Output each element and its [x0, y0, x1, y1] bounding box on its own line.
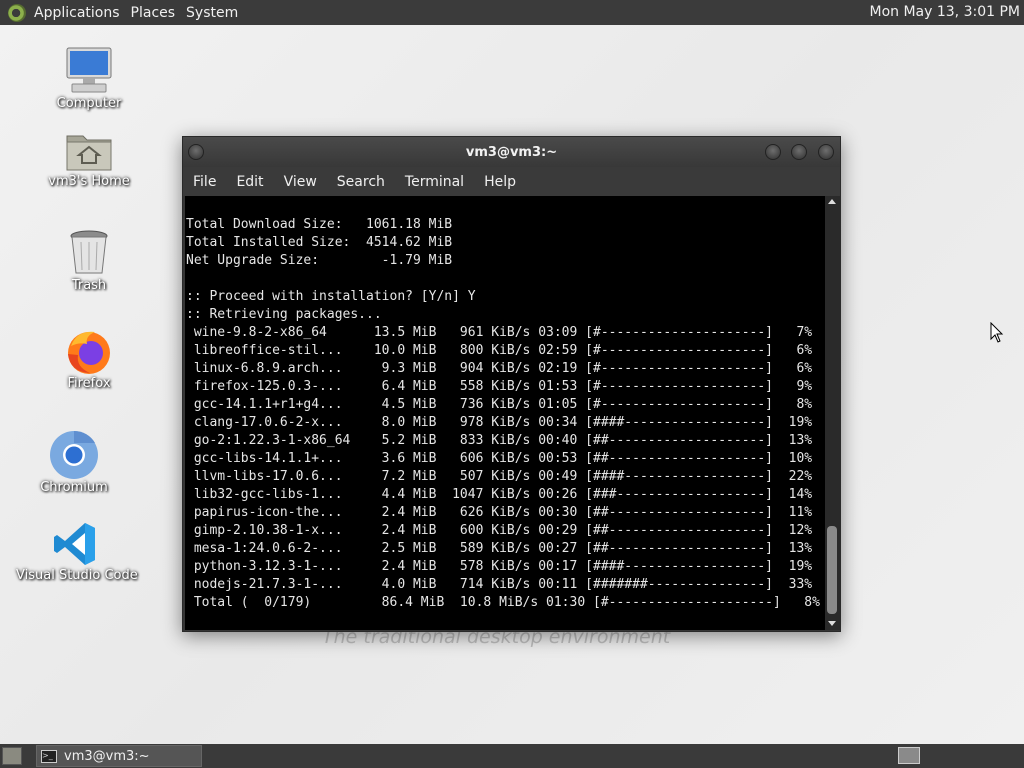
desktop-icon-chromium[interactable]: Chromium — [36, 430, 112, 495]
places-menu[interactable]: Places — [129, 5, 185, 21]
maximize-button[interactable] — [791, 144, 807, 160]
applications-menu[interactable]: Applications — [32, 5, 129, 21]
terminal-line: gcc-14.1.1+r1+g4... 4.5 MiB 736 KiB/s 01… — [186, 397, 813, 412]
menu-terminal[interactable]: Terminal — [395, 174, 474, 190]
desktop-icon-computer[interactable]: Computer — [52, 46, 126, 111]
desktop-icon-label: vm3's Home — [48, 174, 130, 189]
terminal-output[interactable]: Total Download Size: 1061.18 MiB Total In… — [185, 196, 825, 630]
terminal-line: :: Retrieving packages... — [186, 307, 382, 322]
scroll-up-icon[interactable] — [828, 199, 836, 204]
desktop-icon-label: Firefox — [67, 376, 111, 391]
terminal-line: papirus-icon-the... 2.4 MiB 626 KiB/s 00… — [186, 505, 813, 520]
trash-icon — [70, 230, 108, 274]
terminal-line: go-2:1.22.3-1-x86_64 5.2 MiB 833 KiB/s 0… — [186, 433, 813, 448]
firefox-icon — [68, 331, 110, 374]
desktop-icon-label: Chromium — [40, 480, 108, 495]
bottom-panel: >_ vm3@vm3:~ — [0, 744, 1024, 768]
terminal-line: lib32-gcc-libs-1... 4.4 MiB 1047 KiB/s 0… — [186, 487, 813, 502]
chromium-icon — [50, 430, 98, 479]
clock[interactable]: Mon May 13, 3:01 PM — [870, 4, 1021, 20]
show-desktop-icon[interactable] — [2, 747, 22, 765]
taskbar-window-label: vm3@vm3:~ — [64, 748, 150, 764]
terminal-line: nodejs-21.7.3-1-... 4.0 MiB 714 KiB/s 00… — [186, 577, 813, 592]
terminal-line: firefox-125.0.3-... 6.4 MiB 558 KiB/s 01… — [186, 379, 813, 394]
scroll-down-icon[interactable] — [828, 621, 836, 626]
terminal-line: Total Installed Size: 4514.62 MiB — [186, 235, 453, 250]
computer-icon — [66, 47, 112, 93]
desktop-icon-label: Trash — [71, 278, 107, 293]
terminal-window[interactable]: vm3@vm3:~ File Edit View Search Terminal… — [182, 136, 841, 632]
terminal-line: python-3.12.3-1-... 2.4 MiB 578 KiB/s 00… — [186, 559, 813, 574]
menu-edit[interactable]: Edit — [226, 174, 273, 190]
window-title: vm3@vm3:~ — [465, 145, 558, 160]
desktop-icon-label: Visual Studio Code — [16, 568, 138, 583]
desktop-icon-vscode[interactable]: Visual Studio Code — [16, 520, 138, 583]
terminal-icon: >_ — [41, 749, 57, 763]
vscode-icon — [54, 523, 95, 565]
mouse-cursor-icon — [990, 322, 1004, 343]
terminal-menubar: File Edit View Search Terminal Help — [183, 167, 840, 196]
terminal-line: libreoffice-stil... 10.0 MiB 800 KiB/s 0… — [186, 343, 813, 358]
terminal-line: Net Upgrade Size: -1.79 MiB — [186, 253, 453, 268]
workspace-switcher[interactable] — [898, 747, 920, 764]
window-titlebar[interactable]: vm3@vm3:~ — [183, 137, 840, 167]
terminal-line: linux-6.8.9.arch... 9.3 MiB 904 KiB/s 02… — [186, 361, 813, 376]
close-button[interactable] — [818, 144, 834, 160]
top-panel: Applications Places System Mon May 13, 3… — [0, 0, 1024, 25]
menu-help[interactable]: Help — [474, 174, 526, 190]
system-menu[interactable]: System — [184, 5, 247, 21]
terminal-line: gcc-libs-14.1.1+... 3.6 MiB 606 KiB/s 00… — [186, 451, 813, 466]
terminal-line: clang-17.0.6-2-x... 8.0 MiB 978 KiB/s 00… — [186, 415, 813, 430]
terminal-line: Total ( 0/179) 86.4 MiB 10.8 MiB/s 01:30… — [186, 595, 820, 610]
terminal-scrollbar[interactable] — [825, 196, 840, 630]
terminal-line: :: Proceed with installation? [Y/n] Y — [186, 289, 476, 304]
menu-search[interactable]: Search — [327, 174, 395, 190]
desktop-icon-label: Computer — [56, 96, 122, 111]
terminal-line: Total Download Size: 1061.18 MiB — [186, 217, 453, 232]
minimize-button[interactable] — [765, 144, 781, 160]
desktop-icon-trash[interactable]: Trash — [52, 228, 126, 293]
scrollbar-thumb[interactable] — [827, 526, 837, 614]
mate-logo-icon[interactable] — [8, 3, 26, 22]
terminal-line: gimp-2.10.38-1-x... 2.4 MiB 600 KiB/s 00… — [186, 523, 813, 538]
terminal-line: mesa-1:24.0.6-2-... 2.5 MiB 589 KiB/s 00… — [186, 541, 813, 556]
home-folder-icon — [66, 135, 112, 171]
desktop-icon-firefox[interactable]: Firefox — [52, 328, 126, 391]
terminal-line: wine-9.8-2-x86_64 13.5 MiB 961 KiB/s 03:… — [186, 325, 813, 340]
terminal-line: llvm-libs-17.0.6... 7.2 MiB 507 KiB/s 00… — [186, 469, 813, 484]
taskbar-window-button[interactable]: >_ vm3@vm3:~ — [36, 745, 202, 767]
menu-view[interactable]: View — [274, 174, 327, 190]
menu-file[interactable]: File — [183, 174, 226, 190]
desktop-icon-home[interactable]: vm3's Home — [44, 128, 134, 189]
